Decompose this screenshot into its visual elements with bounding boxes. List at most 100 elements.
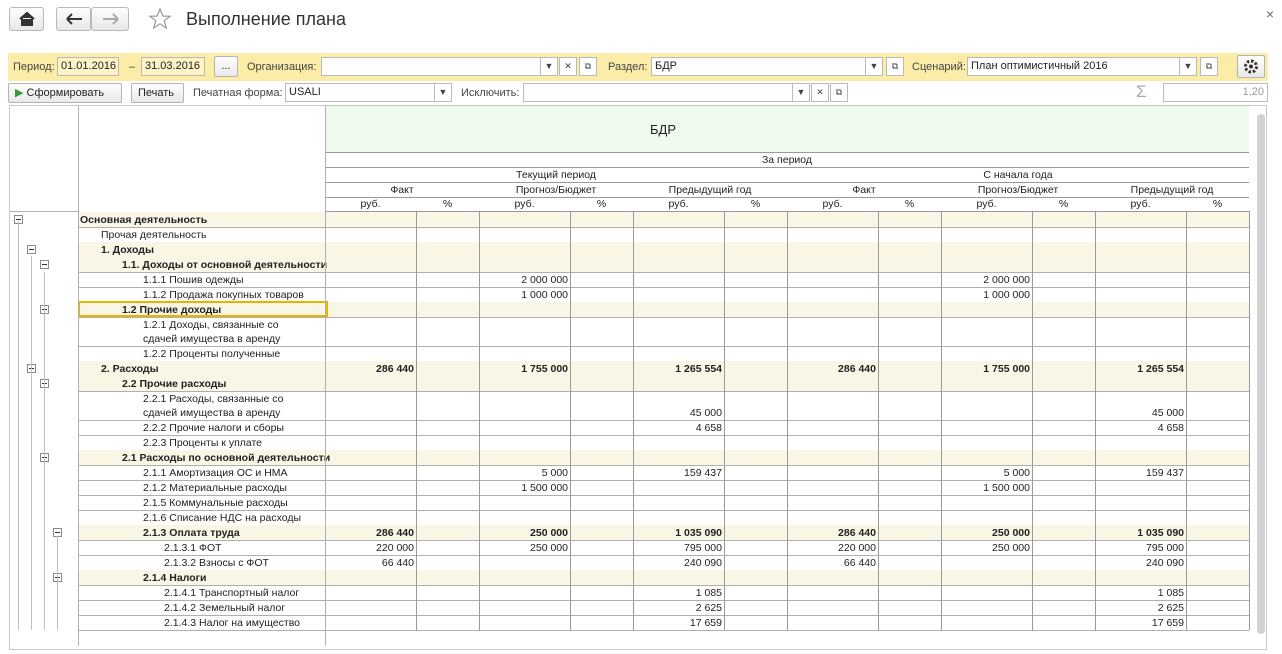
print-form-dropdown-button[interactable]: ▼ — [434, 83, 452, 102]
column-group-header: Факт — [390, 184, 414, 196]
scenario-field[interactable]: План оптимистичный 2016 — [967, 57, 1180, 76]
home-button[interactable] — [9, 7, 44, 31]
row-rule — [78, 287, 1249, 288]
row-rule — [78, 391, 1249, 392]
unit-header: руб. — [360, 198, 381, 210]
column-rule — [1249, 211, 1250, 630]
exclude-clear-button[interactable]: ✕ — [811, 83, 829, 102]
period-to-field[interactable]: 31.03.2016 — [141, 57, 205, 76]
star-icon[interactable] — [148, 7, 172, 31]
unit-header: руб. — [976, 198, 997, 210]
column-rule — [633, 211, 634, 630]
print-button[interactable]: Печать — [131, 83, 184, 103]
section-field[interactable]: БДР — [651, 57, 866, 76]
section-open-button[interactable]: ⧉ — [886, 57, 904, 76]
cell-value: 4 658 — [1157, 422, 1184, 434]
cell-value: 286 440 — [376, 363, 414, 375]
row-label: 2.2.3 Проценты к уплате — [143, 437, 263, 449]
cell-value: 1 265 554 — [1137, 363, 1184, 375]
title-bar: Выполнение плана × — [0, 0, 1282, 42]
cell-value: 250 000 — [530, 542, 568, 554]
row-rule — [78, 585, 1249, 586]
page-title: Выполнение плана — [186, 9, 346, 29]
header-rule — [325, 152, 1249, 153]
back-button[interactable] — [56, 7, 91, 31]
chevron-down-icon: ▼ — [796, 87, 806, 97]
scenario-dropdown-button[interactable]: ▼ — [1179, 57, 1197, 76]
row-label: Основная деятельность — [80, 214, 208, 226]
tree-column-rule — [78, 106, 79, 646]
collapse-toggle-icon[interactable] — [40, 260, 49, 269]
open-form-icon: ⧉ — [1205, 61, 1213, 71]
chevron-down-icon: ▼ — [869, 61, 879, 71]
column-rule — [1186, 211, 1187, 630]
chevron-down-icon: ▼ — [544, 61, 554, 71]
scenario-open-button[interactable]: ⧉ — [1200, 57, 1218, 76]
row-label: 2.1.5 Коммунальные расходы — [143, 497, 288, 509]
row-label: 1. Доходы — [101, 244, 154, 256]
cell-value: 66 440 — [843, 557, 876, 569]
arrow-left-icon — [66, 13, 82, 25]
exclude-open-button[interactable]: ⧉ — [830, 83, 848, 102]
period-header: За период — [761, 154, 813, 166]
exclude-dropdown-button[interactable]: ▼ — [792, 83, 810, 102]
row-rule — [78, 615, 1249, 616]
column-rule — [416, 211, 417, 630]
period-select-button[interactable]: ... — [214, 56, 238, 77]
column-group-header: Прогноз/Бюджет — [515, 184, 597, 196]
column-group-header: Предыдущий год — [1130, 184, 1214, 196]
cell-value: 220 000 — [838, 542, 876, 554]
cell-value: 250 000 — [992, 527, 1030, 539]
org-clear-button[interactable]: ✕ — [559, 57, 577, 76]
period-from-field[interactable]: 01.01.2016 — [57, 57, 119, 76]
column-group-header: Факт — [852, 184, 876, 196]
row-rule — [78, 495, 1249, 496]
row-label: 2.1.4.2 Земельный налог — [164, 602, 286, 614]
close-icon[interactable]: × — [1266, 6, 1274, 22]
column-rule — [1032, 211, 1033, 630]
cell-value: 66 440 — [381, 557, 414, 569]
cell-value: 4 658 — [695, 422, 722, 434]
vertical-scrollbar[interactable] — [1257, 114, 1265, 634]
section-dropdown-button[interactable]: ▼ — [865, 57, 883, 76]
row-label: 2.1.4.1 Транспортный налог — [164, 587, 300, 599]
report-spreadsheet[interactable]: БДР За период Текущий период С начала года… — [9, 105, 1267, 650]
row-rule — [78, 555, 1249, 556]
collapse-toggle-icon[interactable] — [27, 245, 36, 254]
cell-value: 250 000 — [530, 527, 568, 539]
selected-cell[interactable] — [78, 301, 328, 317]
section-label: Раздел: — [608, 61, 648, 73]
exclude-label: Исключить: — [461, 87, 520, 99]
cell-value: 220 000 — [376, 542, 414, 554]
unit-header: руб. — [514, 198, 535, 210]
generate-button[interactable]: ▶ Сформировать — [8, 83, 122, 103]
group-row-bg — [78, 242, 1249, 257]
org-field[interactable] — [321, 57, 541, 76]
period-dash: – — [129, 61, 136, 73]
print-form-label: Печатная форма: — [193, 87, 283, 99]
group-row-bg — [78, 212, 1249, 227]
column-rule — [724, 211, 725, 630]
column-group-header: Прогноз/Бюджет — [977, 184, 1059, 196]
forward-button[interactable] — [91, 7, 129, 31]
unit-header: руб. — [822, 198, 843, 210]
org-dropdown-button[interactable]: ▼ — [540, 57, 558, 76]
unit-header: руб. — [668, 198, 689, 210]
row-rule — [78, 346, 1249, 347]
cell-value: 2 000 000 — [983, 274, 1030, 286]
org-open-button[interactable]: ⧉ — [579, 57, 597, 76]
cell-value: 17 659 — [689, 617, 722, 629]
unit-header: % — [1058, 198, 1069, 210]
period-label: Период: — [13, 61, 55, 73]
row-label: 2.1.1 Амортизация ОС и НМА — [143, 467, 288, 479]
tree-guide — [18, 221, 19, 630]
settings-button[interactable] — [1237, 55, 1265, 78]
print-form-field[interactable]: USALI — [285, 83, 435, 102]
tree-guide — [44, 272, 45, 630]
row-rule — [78, 465, 1249, 466]
exclude-field[interactable] — [523, 83, 793, 102]
row-label-continued: сдачей имущества в аренду — [143, 407, 281, 419]
cell-value: 2 625 — [695, 602, 722, 614]
row-label: 2.2.1 Расходы, связанные со — [143, 393, 284, 405]
ytd-header: С начала года — [983, 169, 1053, 181]
